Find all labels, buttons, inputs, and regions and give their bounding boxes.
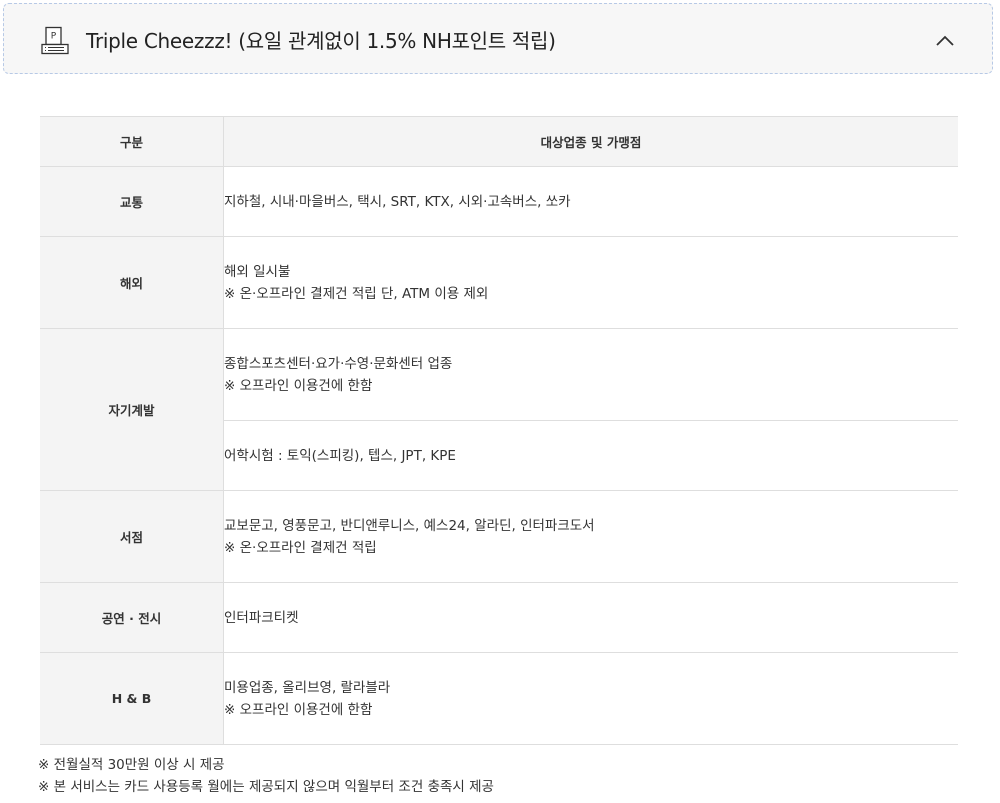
row-category: 자기계발 [40, 328, 224, 491]
table-header-row: 구분 대상업종 및 가맹점 [40, 116, 958, 167]
merchant-note: ※ 온·오프라인 결제건 적립 [224, 539, 377, 556]
table-row: H & B 미용업종, 올리브영, 랄라블라 ※ 오프라인 이용건에 한함 [40, 652, 958, 745]
row-merchants: 인터파크티켓 [223, 582, 958, 653]
table-row: 자기계발 종합스포츠센터·요가·수영·문화센터 업종 ※ 오프라인 이용건에 한… [40, 328, 958, 491]
benefit-table: 구분 대상업종 및 가맹점 교통 지하철, 시내·마을버스, 택시, SRT, … [40, 116, 958, 745]
merchant-line: 어학시험 : 토익(스피킹), 텝스, JPT, KPE [224, 447, 456, 464]
merchant-note: ※ 온·오프라인 결제건 적립 단, ATM 이용 제외 [224, 285, 489, 302]
merchant-line: 인터파크티켓 [224, 609, 299, 626]
svg-text:P: P [51, 32, 57, 42]
point-receipt-icon: P [40, 26, 70, 56]
chevron-up-icon[interactable] [932, 28, 958, 54]
row-category: 서점 [40, 490, 224, 583]
merchant-line: 교보문고, 영풍문고, 반디앤루니스, 예스24, 알라딘, 인터파크도서 [224, 517, 595, 534]
row-merchants: 미용업종, 올리브영, 랄라블라 ※ 오프라인 이용건에 한함 [223, 652, 958, 745]
row-merchants: 종합스포츠센터·요가·수영·문화센터 업종 ※ 오프라인 이용건에 한함 [223, 328, 958, 421]
table-row: 해외 해외 일시불 ※ 온·오프라인 결제건 적립 단, ATM 이용 제외 [40, 236, 958, 329]
table-row: 서점 교보문고, 영풍문고, 반디앤루니스, 예스24, 알라딘, 인터파크도서… [40, 490, 958, 583]
header-merchants: 대상업종 및 가맹점 [223, 116, 958, 167]
footnote: ※ 본 서비스는 카드 사용등록 월에는 제공되지 않으며 익월부터 조건 충족… [38, 779, 494, 795]
header-category: 구분 [40, 116, 224, 167]
benefit-accordion-header[interactable]: P Triple Cheezzz! (요일 관계없이 1.5% NH포인트 적립… [3, 3, 993, 74]
merchant-note: ※ 오프라인 이용건에 한함 [224, 701, 373, 718]
merchant-line: 미용업종, 올리브영, 랄라블라 [224, 679, 391, 696]
row-category: 교통 [40, 166, 224, 237]
merchant-line: 해외 일시불 [224, 263, 291, 280]
accordion-title: Triple Cheezzz! (요일 관계없이 1.5% NH포인트 적립) [86, 29, 556, 53]
table-row: 교통 지하철, 시내·마을버스, 택시, SRT, KTX, 시외·고속버스, … [40, 166, 958, 237]
merchant-note: ※ 오프라인 이용건에 한함 [224, 377, 373, 394]
row-merchants: 해외 일시불 ※ 온·오프라인 결제건 적립 단, ATM 이용 제외 [223, 236, 958, 329]
row-merchants: 교보문고, 영풍문고, 반디앤루니스, 예스24, 알라딘, 인터파크도서 ※ … [223, 490, 958, 583]
footnotes: ※ 전월실적 30만원 이상 시 제공 ※ 본 서비스는 카드 사용등록 월에는… [38, 754, 494, 798]
row-category: H & B [40, 652, 224, 745]
row-merchants: 어학시험 : 토익(스피킹), 텝스, JPT, KPE [223, 420, 958, 491]
row-category: 해외 [40, 236, 224, 329]
table-row: 공연 · 전시 인터파크티켓 [40, 582, 958, 653]
row-merchants: 지하철, 시내·마을버스, 택시, SRT, KTX, 시외·고속버스, 쏘카 [223, 166, 958, 237]
row-category: 공연 · 전시 [40, 582, 224, 653]
merchant-line: 종합스포츠센터·요가·수영·문화센터 업종 [224, 355, 453, 372]
merchant-line: 지하철, 시내·마을버스, 택시, SRT, KTX, 시외·고속버스, 쏘카 [224, 193, 571, 210]
footnote: ※ 전월실적 30만원 이상 시 제공 [38, 757, 225, 773]
